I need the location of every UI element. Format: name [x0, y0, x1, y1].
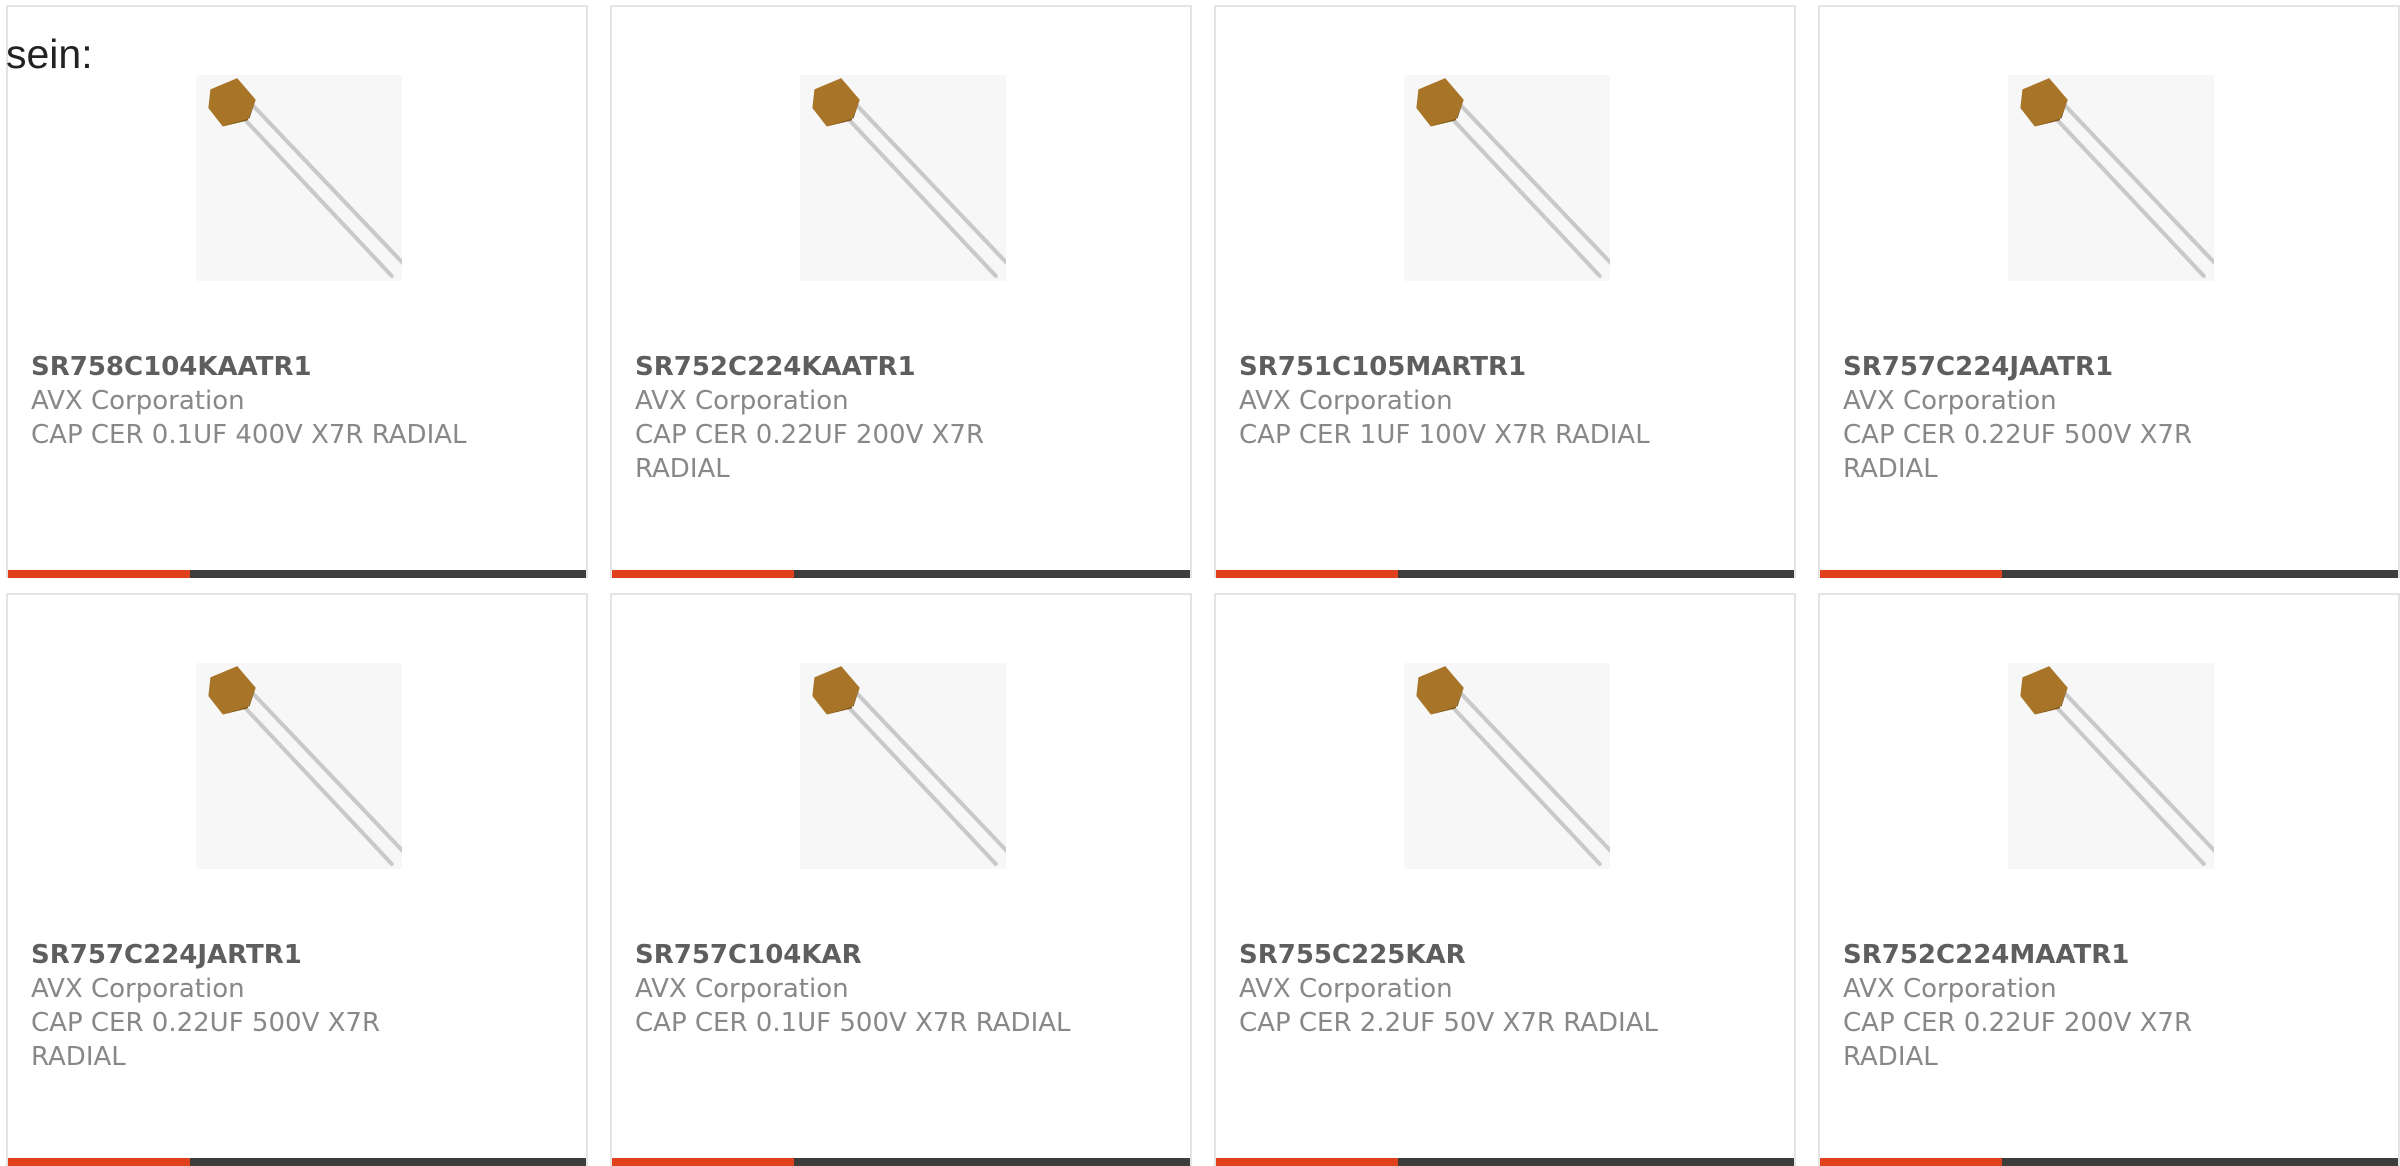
product-card[interactable]: SR757C224JARTR1 AVX Corporation CAP CER …	[6, 593, 588, 1166]
product-image[interactable]	[2008, 75, 2214, 281]
part-number-link[interactable]: SR758C104KAATR1	[31, 350, 471, 384]
product-description: CAP CER 0.1UF 500V X7R RADIAL	[635, 1008, 1071, 1038]
radial-ceramic-capacitor-icon	[208, 78, 402, 278]
radial-ceramic-capacitor-icon	[1416, 666, 1610, 866]
manufacturer: AVX Corporation	[31, 974, 245, 1004]
radial-ceramic-capacitor-icon	[208, 666, 402, 866]
manufacturer: AVX Corporation	[1239, 386, 1453, 416]
product-grid: SR758C104KAATR1 AVX Corporation CAP CER …	[6, 5, 2400, 1166]
product-description: CAP CER 2.2UF 50V X7R RADIAL	[1239, 1008, 1658, 1038]
product-description: CAP CER 0.22UF 200V X7R RADIAL	[635, 420, 985, 484]
card-accent-bar	[8, 570, 190, 578]
manufacturer: AVX Corporation	[31, 386, 245, 416]
product-description: CAP CER 0.22UF 500V X7R RADIAL	[31, 1008, 381, 1072]
part-number-link[interactable]: SR752C224KAATR1	[635, 350, 1075, 384]
radial-ceramic-capacitor-icon	[812, 78, 1006, 278]
card-footer-bar	[1216, 1158, 1794, 1166]
card-accent-bar	[1216, 1158, 1398, 1166]
radial-ceramic-capacitor-icon	[1416, 78, 1610, 278]
card-accent-bar	[1820, 570, 2002, 578]
product-card[interactable]: SR757C224JAATR1 AVX Corporation CAP CER …	[1818, 5, 2400, 578]
manufacturer: AVX Corporation	[1843, 974, 2057, 1004]
card-accent-bar	[612, 570, 794, 578]
product-card[interactable]: SR752C224MAATR1 AVX Corporation CAP CER …	[1818, 593, 2400, 1166]
product-image[interactable]	[2008, 663, 2214, 869]
manufacturer: AVX Corporation	[635, 386, 849, 416]
product-image[interactable]	[1404, 75, 1610, 281]
product-image[interactable]	[800, 663, 1006, 869]
product-image[interactable]	[1404, 663, 1610, 869]
card-footer-bar	[612, 570, 1190, 578]
part-number-link[interactable]: SR757C224JAATR1	[1843, 350, 2283, 384]
product-description: CAP CER 1UF 100V X7R RADIAL	[1239, 420, 1650, 450]
radial-ceramic-capacitor-icon	[812, 666, 1006, 866]
product-description: CAP CER 0.1UF 400V X7R RADIAL	[31, 420, 467, 450]
manufacturer: AVX Corporation	[635, 974, 849, 1004]
part-number-link[interactable]: SR757C224JARTR1	[31, 938, 471, 972]
manufacturer: AVX Corporation	[1843, 386, 2057, 416]
product-card[interactable]: SR757C104KAR AVX Corporation CAP CER 0.1…	[610, 593, 1192, 1166]
card-accent-bar	[1820, 1158, 2002, 1166]
card-footer-bar	[8, 570, 586, 578]
product-card[interactable]: SR751C105MARTR1 AVX Corporation CAP CER …	[1214, 5, 1796, 578]
product-card[interactable]: SR755C225KAR AVX Corporation CAP CER 2.2…	[1214, 593, 1796, 1166]
card-footer-bar	[8, 1158, 586, 1166]
product-description: CAP CER 0.22UF 500V X7R RADIAL	[1843, 420, 2193, 484]
card-footer-bar	[1820, 1158, 2398, 1166]
product-info: SR752C224MAATR1 AVX Corporation CAP CER …	[1843, 938, 2283, 1074]
product-image[interactable]	[196, 75, 402, 281]
card-footer-bar	[1216, 570, 1794, 578]
card-accent-bar	[1216, 570, 1398, 578]
product-image[interactable]	[196, 663, 402, 869]
part-number-link[interactable]: SR755C225KAR	[1239, 938, 1679, 972]
product-info: SR751C105MARTR1 AVX Corporation CAP CER …	[1239, 350, 1679, 452]
product-card[interactable]: SR752C224KAATR1 AVX Corporation CAP CER …	[610, 5, 1192, 578]
product-info: SR757C224JAATR1 AVX Corporation CAP CER …	[1843, 350, 2283, 486]
radial-ceramic-capacitor-icon	[2020, 666, 2214, 866]
radial-ceramic-capacitor-icon	[2020, 78, 2214, 278]
product-info: SR755C225KAR AVX Corporation CAP CER 2.2…	[1239, 938, 1679, 1040]
card-accent-bar	[8, 1158, 190, 1166]
product-info: SR757C224JARTR1 AVX Corporation CAP CER …	[31, 938, 471, 1074]
part-number-link[interactable]: SR751C105MARTR1	[1239, 350, 1679, 384]
part-number-link[interactable]: SR757C104KAR	[635, 938, 1075, 972]
product-description: CAP CER 0.22UF 200V X7R RADIAL	[1843, 1008, 2193, 1072]
card-accent-bar	[612, 1158, 794, 1166]
manufacturer: AVX Corporation	[1239, 974, 1453, 1004]
product-info: SR752C224KAATR1 AVX Corporation CAP CER …	[635, 350, 1075, 486]
product-info: SR758C104KAATR1 AVX Corporation CAP CER …	[31, 350, 471, 452]
card-footer-bar	[612, 1158, 1190, 1166]
part-number-link[interactable]: SR752C224MAATR1	[1843, 938, 2283, 972]
product-image[interactable]	[800, 75, 1006, 281]
product-info: SR757C104KAR AVX Corporation CAP CER 0.1…	[635, 938, 1075, 1040]
product-card[interactable]: SR758C104KAATR1 AVX Corporation CAP CER …	[6, 5, 588, 578]
card-footer-bar	[1820, 570, 2398, 578]
intro-text: sein:	[6, 31, 93, 77]
